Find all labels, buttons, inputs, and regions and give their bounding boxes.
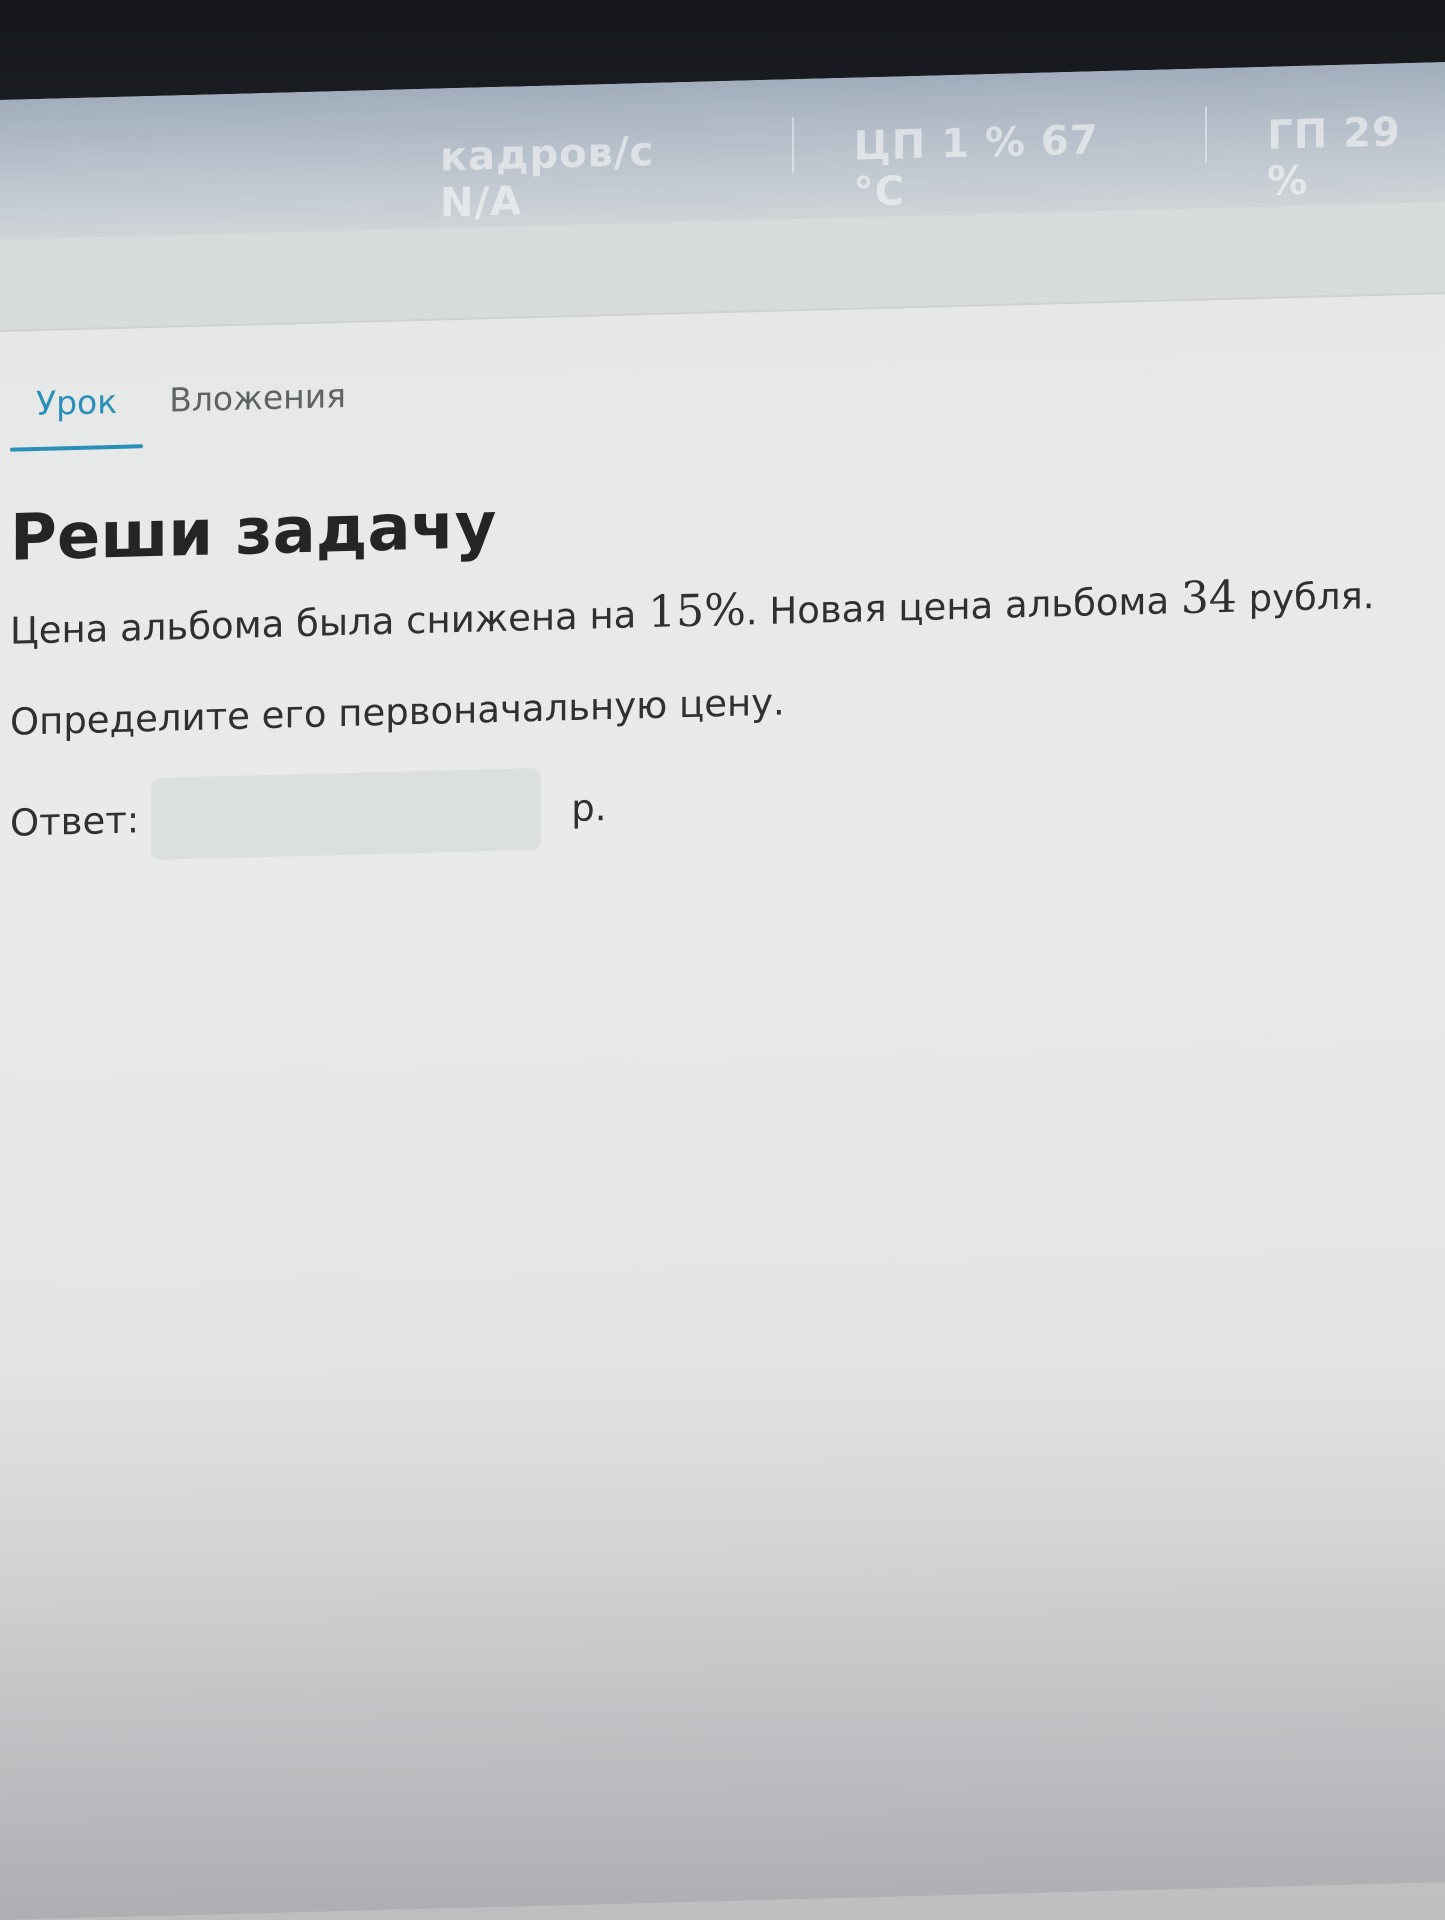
new-price: 34 xyxy=(1180,571,1237,625)
answer-input[interactable] xyxy=(151,767,542,861)
stat-separator xyxy=(791,117,794,174)
stat-separator xyxy=(1205,106,1208,163)
discount-percent: 15% xyxy=(648,584,746,639)
problem-text: Цена альбома была снижена на 15%. Новая … xyxy=(10,566,1445,655)
problem-text-part1: Цена альбома была снижена на xyxy=(10,593,649,653)
answer-unit: р. xyxy=(571,785,607,830)
fps-stat: кадров/с N/A xyxy=(440,128,655,227)
screen: кадров/с N/A ЦП 1 % 67 °C ГП 29 % Урок В… xyxy=(0,62,1445,1920)
lesson-content: Урок Вложения Реши задачу Цена альбома б… xyxy=(0,294,1445,864)
cpu-stat: ЦП 1 % 67 °C xyxy=(853,117,1099,216)
problem-text-part3: рубля. xyxy=(1236,574,1375,621)
question-text: Определите его первоначальную цену. xyxy=(10,680,785,744)
problem-text-part2: . Новая цена альбома xyxy=(745,579,1181,634)
answer-row: Ответ: р. xyxy=(10,744,1445,864)
answer-label: Ответ: xyxy=(10,797,140,845)
tab-attachments[interactable]: Вложения xyxy=(143,375,372,448)
page-title: Реши задачу xyxy=(10,489,497,576)
gpu-stat: ГП 29 % xyxy=(1267,109,1401,205)
tab-lesson[interactable]: Урок xyxy=(10,381,143,451)
